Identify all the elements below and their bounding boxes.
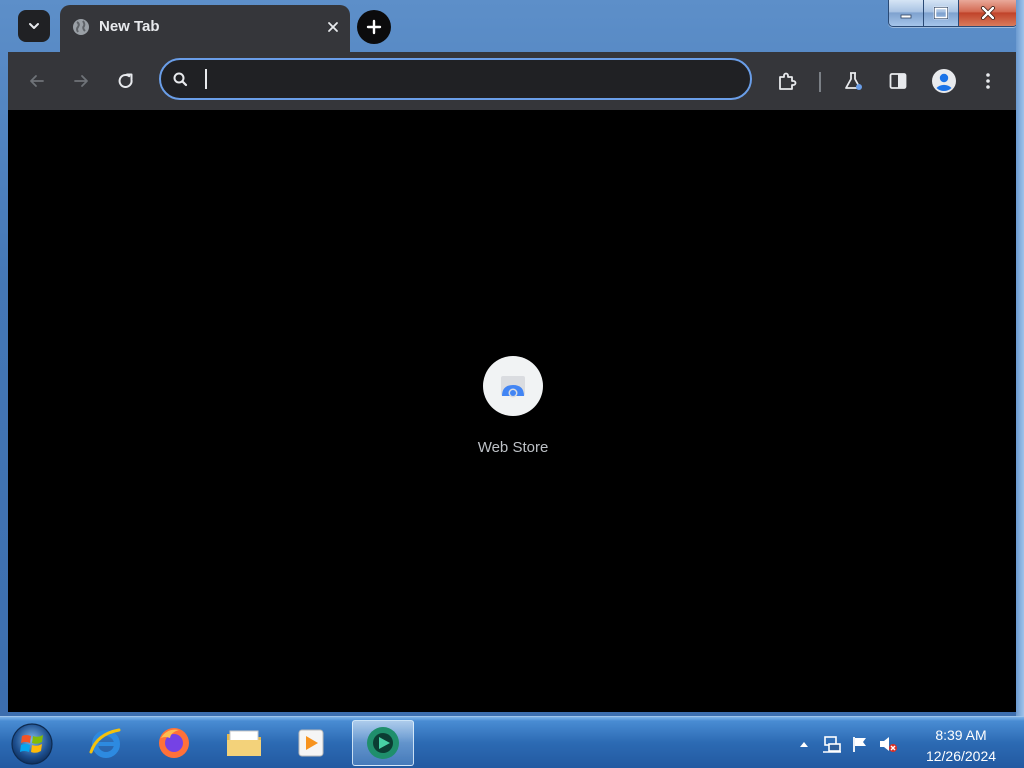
taskbar-app-media-player[interactable] (280, 720, 342, 766)
browser-window: New Tab Web Store (8, 0, 1016, 712)
shortcut-label: Web Store (477, 439, 549, 456)
side-panel-button[interactable] (881, 64, 915, 98)
browser-toolbar (8, 52, 1016, 110)
reload-icon (118, 73, 133, 88)
back-arrow-icon (30, 75, 44, 87)
shortcut-tile[interactable] (483, 356, 543, 416)
reload-button[interactable] (109, 64, 143, 98)
folder-icon (227, 730, 261, 756)
clock-time: 8:39 AM (935, 727, 987, 743)
firefox-icon (159, 728, 189, 758)
chrome-app-icon (367, 727, 399, 759)
new-tab-page: Web Store (8, 110, 1016, 712)
web-store-icon (501, 376, 525, 398)
windows-logo-icon (11, 723, 53, 765)
tab-close-button[interactable] (322, 16, 344, 38)
extensions-puzzle-icon (779, 72, 797, 90)
side-panel-icon (889, 73, 907, 89)
show-hidden-icons-arrow (800, 742, 808, 747)
tab-title: New Tab (99, 18, 160, 35)
profile-avatar-icon (932, 69, 956, 93)
kebab-menu-icon (986, 73, 990, 89)
address-input[interactable] (205, 66, 725, 92)
profile-button[interactable] (927, 64, 961, 98)
globe-icon (73, 19, 89, 35)
taskbar-app-firefox[interactable] (143, 720, 205, 766)
volume-button[interactable] (878, 734, 898, 754)
labs-button[interactable] (836, 64, 870, 98)
forward-button[interactable] (64, 64, 98, 98)
volume-muted-icon (880, 737, 897, 752)
start-button[interactable] (10, 722, 54, 766)
system-tray: 8:39 AM 12/26/2024 (794, 717, 1024, 768)
extensions-button[interactable] (770, 64, 804, 98)
menu-button[interactable] (971, 64, 1005, 98)
address-bar[interactable] (159, 58, 752, 100)
search-icon (173, 72, 188, 87)
show-hidden-icons-button[interactable] (794, 734, 814, 754)
text-caret (205, 69, 207, 89)
taskbar-app-chrome[interactable] (352, 720, 414, 766)
taskbar-clock[interactable]: 8:39 AM 12/26/2024 (916, 725, 1006, 767)
tab-search-button[interactable] (18, 10, 50, 42)
close-icon (328, 22, 338, 32)
tab-strip: New Tab (8, 0, 1016, 52)
action-center-button[interactable] (850, 734, 870, 754)
labs-flask-icon (845, 72, 862, 90)
ie-icon (89, 728, 121, 758)
forward-arrow-icon (74, 75, 88, 87)
network-icon (823, 736, 841, 753)
network-button[interactable] (822, 734, 842, 754)
media-player-icon (298, 729, 324, 757)
shortcut-web-store[interactable]: Web Store (453, 356, 573, 456)
taskbar-app-windows-explorer[interactable] (213, 720, 275, 766)
taskbar: 8:39 AM 12/26/2024 (0, 716, 1024, 768)
action-center-flag-icon (853, 737, 866, 752)
toolbar-separator (819, 72, 821, 92)
clock-date: 12/26/2024 (925, 748, 997, 764)
taskbar-app-internet-explorer[interactable] (75, 720, 137, 766)
back-button[interactable] (20, 64, 54, 98)
plus-icon (366, 19, 382, 35)
new-tab-button[interactable] (357, 10, 391, 44)
tab-new-tab[interactable]: New Tab (60, 5, 350, 52)
chevron-down-icon (29, 23, 39, 29)
